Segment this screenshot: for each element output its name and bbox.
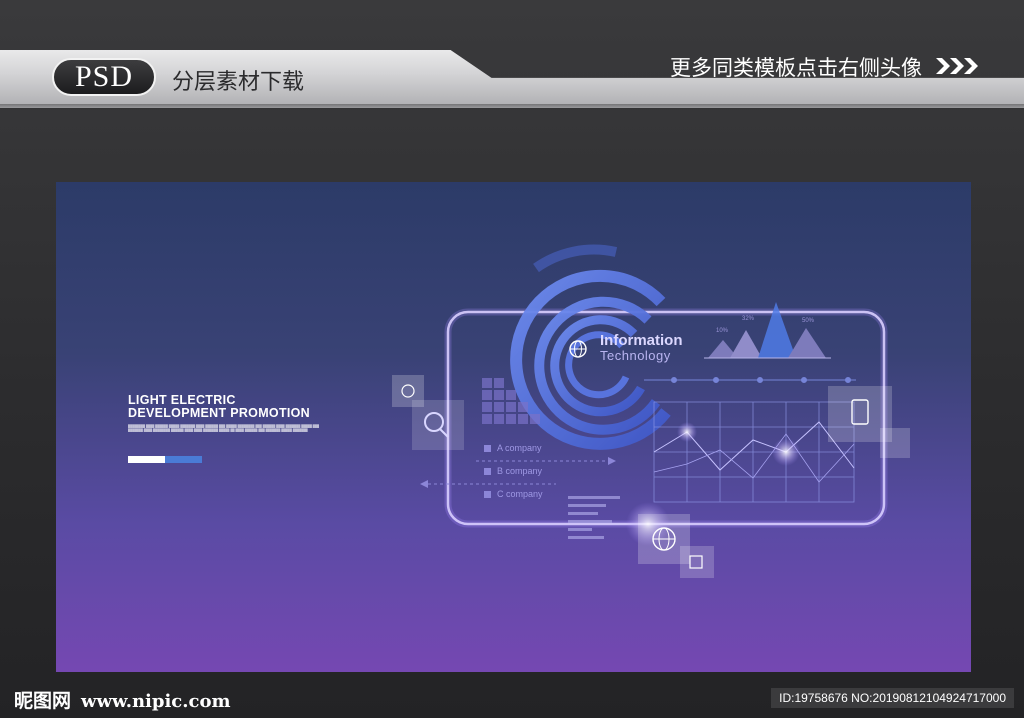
percent-label-1: 10% <box>716 328 729 334</box>
company-b-label: B company <box>497 466 543 476</box>
psd-badge: PSD <box>52 58 156 96</box>
headline-line-2: DEVELOPMENT PROMOTION <box>128 406 311 420</box>
triple-chevron-icon[interactable] <box>936 56 986 76</box>
percent-label-3: 50% <box>802 318 815 324</box>
data-grid <box>653 401 855 503</box>
image-id-label: ID:19758676 NO:20190812104924717000 <box>771 688 1014 708</box>
more-templates-link[interactable]: 更多同类模板点击右侧头像 <box>670 52 922 82</box>
poster-artboard: LIGHT ELECTRIC DEVELOPMENT PROMOTION ███… <box>56 182 971 672</box>
info-title: Information <box>600 332 683 349</box>
poster-body-copy: ████████ ████ ██████ █████ ███████ ████ … <box>128 424 320 432</box>
poster-button-primary[interactable] <box>128 456 165 463</box>
banner-subtitle: 分层素材下载 <box>172 70 305 95</box>
poster-headline: LIGHT ELECTRIC DEVELOPMENT PROMOTION <box>128 394 310 420</box>
small-bar-list <box>568 496 620 539</box>
timeline <box>644 377 856 383</box>
site-watermark: 昵图网 www.nipic.com <box>14 686 231 713</box>
site-name: 昵图网 <box>14 690 72 712</box>
poster-button-secondary[interactable] <box>165 456 202 463</box>
banner-shadow <box>0 104 1024 110</box>
company-c-label: C company <box>497 489 543 499</box>
company-a-label: A company <box>497 443 542 453</box>
site-url[interactable]: www.nipic.com <box>81 691 231 712</box>
top-banner: PSD 分层素材下载 更多同类模板点击右侧头像 <box>0 0 1024 112</box>
info-subtitle: Technology <box>600 348 671 363</box>
percent-label-2: 32% <box>742 316 755 322</box>
